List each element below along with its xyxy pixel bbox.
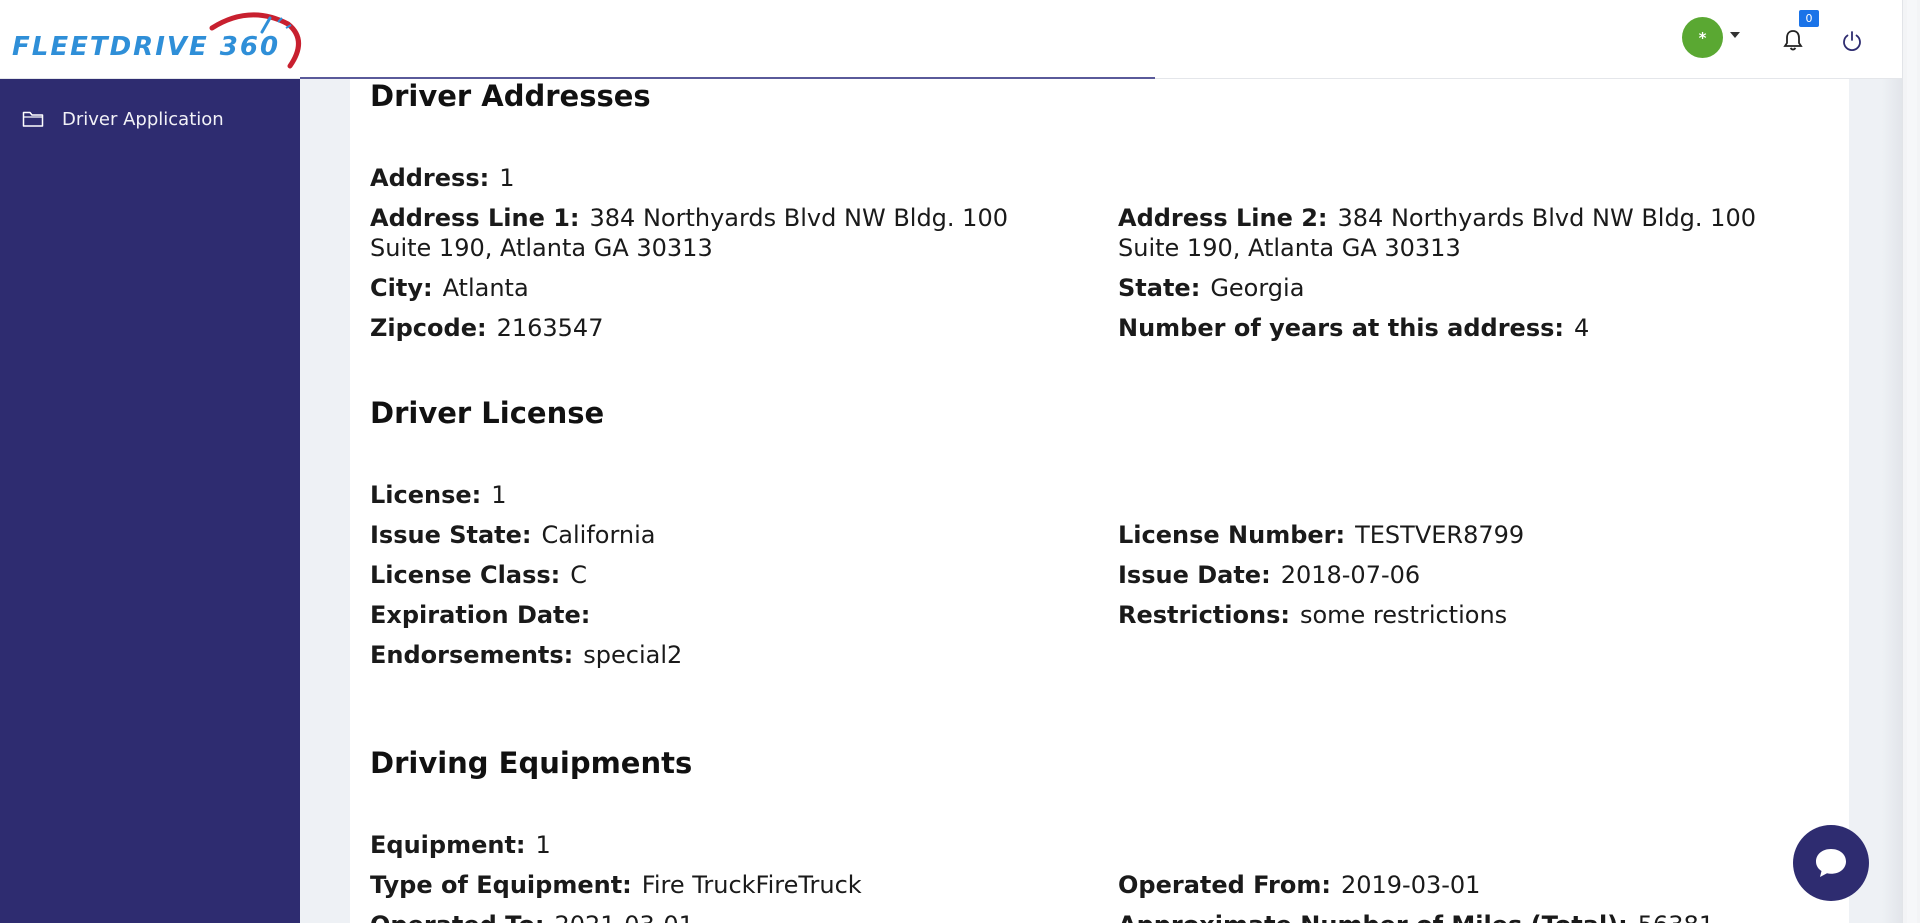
power-icon[interactable] bbox=[1841, 30, 1863, 52]
sidebar-item-driver-application[interactable]: Driver Application bbox=[0, 101, 300, 137]
restrictions-row: Restrictions: some restrictions bbox=[1118, 601, 1508, 629]
scrollbar-thumb[interactable] bbox=[1907, 0, 1917, 923]
top-header: FLEETDRIVE 360 * 0 bbox=[0, 0, 1902, 79]
zipcode-row: Zipcode: 2163547 bbox=[370, 314, 604, 342]
loading-progress-line bbox=[300, 77, 1155, 79]
application-details-card: Driver Addresses Address: 1 Address Line … bbox=[350, 79, 1849, 923]
fleetdrive-logo[interactable]: FLEETDRIVE 360 bbox=[10, 10, 301, 70]
chat-bubble-icon bbox=[1816, 849, 1846, 877]
operated-from-row: Operated From: 2019-03-01 bbox=[1118, 871, 1481, 899]
issue-state-row: Issue State: California bbox=[370, 521, 656, 549]
city-row: City: Atlanta bbox=[370, 274, 529, 302]
section-title-driver-license: Driver License bbox=[370, 396, 605, 430]
chat-launcher-button[interactable] bbox=[1793, 825, 1869, 901]
bell-icon[interactable] bbox=[1782, 28, 1804, 52]
notification-badge: 0 bbox=[1799, 10, 1819, 27]
address-index-row: Address: 1 bbox=[370, 164, 515, 192]
state-row: State: Georgia bbox=[1118, 274, 1305, 302]
content-edge-shadow bbox=[1882, 79, 1902, 923]
logo-text: FLEETDRIVE 360 bbox=[12, 32, 281, 62]
chevron-down-icon[interactable] bbox=[1730, 32, 1740, 38]
equipment-index-row: Equipment: 1 bbox=[370, 831, 551, 859]
folder-icon bbox=[22, 111, 44, 127]
sidebar-item-label: Driver Application bbox=[62, 108, 224, 130]
expiration-date-row: Expiration Date: bbox=[370, 601, 591, 629]
address-line1-row: Address Line 1: 384 Northyards Blvd NW Bl… bbox=[370, 204, 1008, 262]
user-avatar[interactable]: * bbox=[1682, 17, 1723, 58]
endorsements-row: Endorsements: special2 bbox=[370, 641, 683, 669]
license-class-row: License Class: C bbox=[370, 561, 587, 589]
sidebar: Driver Application bbox=[0, 79, 300, 923]
address-line2-row: Address Line 2: 384 Northyards Blvd NW Bl… bbox=[1118, 204, 1756, 262]
license-number-row: License Number: TESTVER8799 bbox=[1118, 521, 1525, 549]
approx-miles-row: Approximate Number of Miles (Total):5638… bbox=[1118, 910, 1818, 923]
issue-date-row: Issue Date: 2018-07-06 bbox=[1118, 561, 1421, 589]
section-title-driver-addresses: Driver Addresses bbox=[370, 79, 651, 113]
license-index-row: License: 1 bbox=[370, 481, 507, 509]
page-scrollbar[interactable] bbox=[1902, 0, 1920, 923]
equipment-type-row: Type of Equipment: Fire TruckFireTruck bbox=[370, 871, 862, 899]
operated-to-row: Operated To:2021-03-01 bbox=[370, 910, 1050, 923]
section-title-driving-equipments: Driving Equipments bbox=[370, 746, 693, 780]
years-at-address-row: Number of years at this address: 4 bbox=[1118, 314, 1590, 342]
